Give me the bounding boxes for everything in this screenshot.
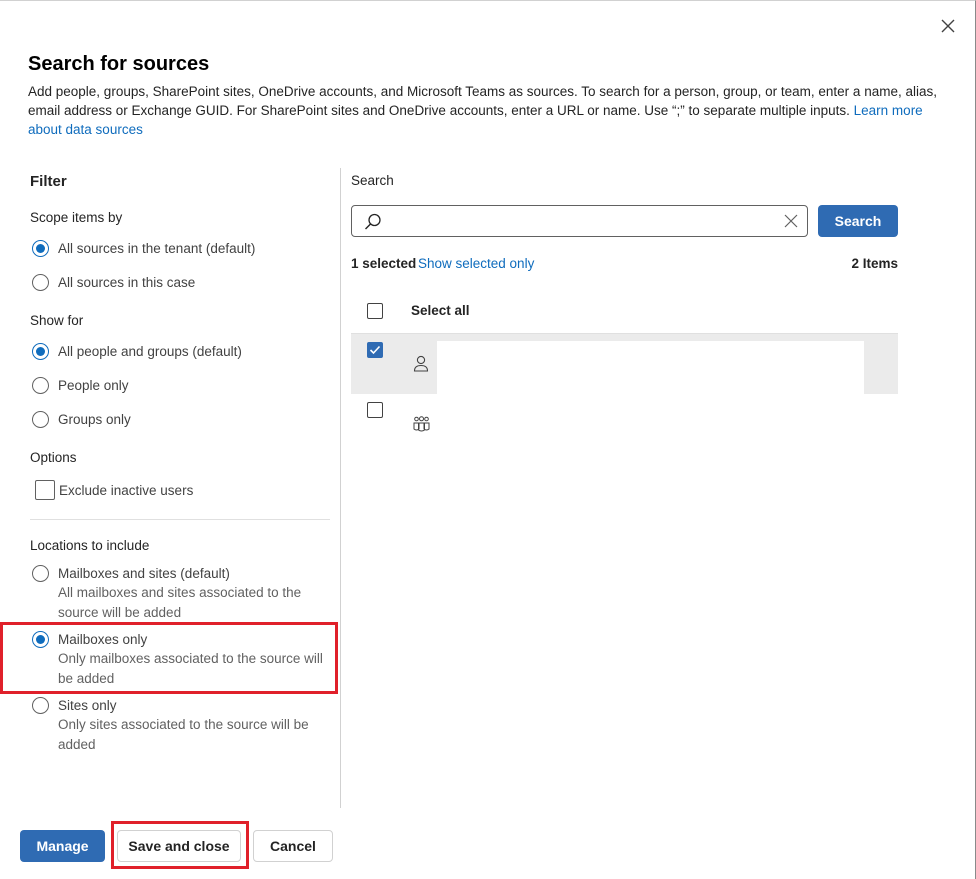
search-box[interactable] [351,205,808,237]
radio-description: All mailboxes and sites associated to th… [58,585,302,620]
manage-button[interactable]: Manage [20,830,105,862]
panel-divider [340,168,341,808]
radio-button[interactable] [32,565,49,582]
exclude-inactive-checkbox-row[interactable]: Exclude inactive users [35,480,193,500]
dialog-title: Search for sources [28,53,210,75]
person-icon [413,355,429,372]
search-button[interactable]: Search [818,205,898,237]
row-2-checkbox[interactable] [367,402,383,418]
group-icon [413,416,430,432]
options-label: Options [30,450,77,465]
description-text: Add people, groups, SharePoint sites, On… [28,84,937,118]
locations-label: Locations to include [30,538,150,553]
search-input[interactable] [388,208,768,234]
filter-divider [30,519,330,520]
radio-label: All people and groups (default) [58,344,242,359]
radio-label: People only [58,378,129,393]
clear-icon[interactable] [783,213,799,229]
radio-label: Groups only [58,412,131,427]
radio-label: Sites only [58,698,117,713]
search-icon [365,213,381,230]
select-all-label: Select all [411,303,470,318]
result-row-1-name-redacted [437,341,864,394]
radio-description: Only sites associated to the source will… [58,717,309,752]
radio-button[interactable] [32,343,49,360]
cancel-button[interactable]: Cancel [253,830,333,862]
exclude-inactive-checkbox[interactable] [35,480,55,500]
radio-people-only[interactable]: People only [32,377,129,395]
select-all-checkbox[interactable] [367,303,383,319]
close-icon [941,19,955,33]
close-button[interactable] [936,14,960,38]
dialog-description: Add people, groups, SharePoint sites, On… [28,82,938,139]
scope-label: Scope items by [30,210,123,225]
checkbox-label: Exclude inactive users [59,482,194,498]
selected-count: 1 selected [351,256,417,271]
row-separator [351,333,898,334]
radio-all-sources-case[interactable]: All sources in this case [32,274,195,292]
radio-button[interactable] [32,274,49,291]
radio-label: All sources in this case [58,275,196,290]
radio-label: Mailboxes and sites (default) [58,566,230,581]
radio-button[interactable] [32,377,49,394]
show-selected-only-link[interactable]: Show selected only [418,256,534,271]
items-count: 2 Items [851,256,898,271]
show-for-label: Show for [30,313,84,328]
checkmark-icon [369,345,381,355]
highlight-box-mailboxes-only [0,622,338,694]
radio-label: All sources in the tenant (default) [58,241,256,256]
radio-button[interactable] [32,697,49,714]
radio-mailboxes-and-sites[interactable]: Mailboxes and sites (default) All mailbo… [32,565,323,622]
search-label: Search [351,173,394,188]
radio-button[interactable] [32,240,49,257]
row-1-checkbox[interactable] [367,342,383,358]
radio-all-people-groups[interactable]: All people and groups (default) [32,343,242,361]
radio-groups-only[interactable]: Groups only [32,411,131,429]
radio-button[interactable] [32,411,49,428]
highlight-box-save-and-close [111,821,249,869]
radio-sites-only[interactable]: Sites only Only sites associated to the … [32,697,323,754]
filter-heading: Filter [30,173,67,190]
radio-all-sources-tenant[interactable]: All sources in the tenant (default) [32,240,255,258]
